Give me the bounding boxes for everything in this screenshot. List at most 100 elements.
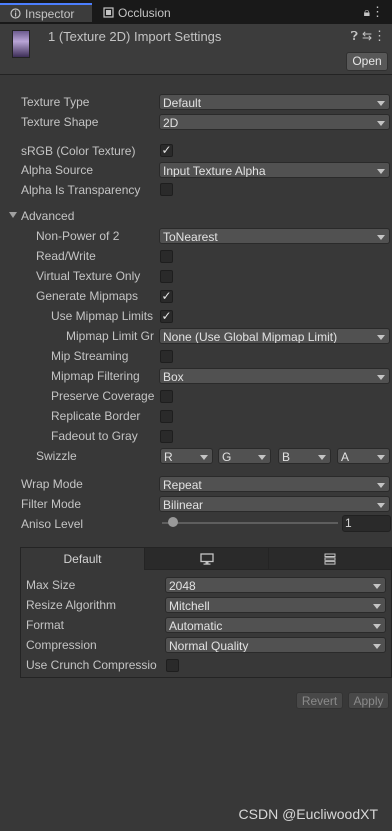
max-size-value: 2048	[169, 579, 196, 593]
chevron-down-icon	[377, 455, 385, 460]
alpha-source-dropdown[interactable]: Input Texture Alpha	[159, 162, 390, 178]
virtual-texture-label: Virtual Texture Only	[36, 269, 141, 283]
virtual-texture-checkbox[interactable]	[160, 270, 173, 283]
wrap-mode-dropdown[interactable]: Repeat	[159, 476, 390, 492]
format-dropdown[interactable]: Automatic	[165, 617, 386, 633]
tab-inspector[interactable]: Inspector	[0, 3, 92, 22]
alpha-source-label: Alpha Source	[21, 163, 94, 177]
srgb-checkbox[interactable]: ✓	[160, 144, 173, 157]
swizzle-b-value: B	[282, 450, 291, 464]
chevron-down-icon	[373, 604, 381, 609]
monitor-icon	[199, 553, 214, 565]
wrap-mode-label: Wrap Mode	[21, 477, 83, 491]
preserve-coverage-checkbox[interactable]	[160, 390, 173, 403]
server-icon	[324, 553, 336, 565]
chevron-down-icon	[373, 644, 381, 649]
swizzle-b-dropdown[interactable]: B	[278, 448, 331, 464]
crunch-checkbox[interactable]	[166, 659, 179, 672]
compression-dropdown[interactable]: Normal Quality	[165, 637, 386, 653]
format-value: Automatic	[169, 619, 223, 633]
mipmap-filtering-dropdown[interactable]: Box	[159, 368, 390, 384]
filter-mode-dropdown[interactable]: Bilinear	[159, 496, 390, 512]
chevron-down-icon	[377, 101, 385, 106]
replicate-border-checkbox[interactable]	[160, 410, 173, 423]
chevron-down-icon	[258, 455, 266, 460]
chevron-down-icon	[377, 375, 385, 380]
texture-shape-value: 2D	[163, 116, 179, 130]
mip-streaming-checkbox[interactable]	[160, 350, 173, 363]
alpha-transparency-checkbox[interactable]	[160, 183, 173, 196]
replicate-border-label: Replicate Border	[51, 409, 141, 423]
swizzle-g-dropdown[interactable]: G	[218, 448, 271, 464]
swizzle-a-value: A	[341, 450, 350, 464]
chevron-down-icon	[377, 335, 385, 340]
max-size-dropdown[interactable]: 2048	[165, 577, 386, 593]
npot-dropdown[interactable]: ToNearest	[159, 228, 390, 244]
mipmap-limit-group-dropdown[interactable]: None (Use Global Mipmap Limit)	[159, 328, 390, 344]
fadeout-gray-label: Fadeout to Gray	[51, 429, 138, 443]
swizzle-a-dropdown[interactable]: A	[337, 448, 390, 464]
platform-tab-default[interactable]: Default	[21, 548, 144, 570]
read-write-checkbox[interactable]	[160, 250, 173, 263]
foldout-arrow-icon[interactable]	[9, 212, 17, 218]
chevron-down-icon	[377, 121, 385, 126]
swizzle-label: Swizzle	[36, 449, 77, 463]
resize-algorithm-value: Mitchell	[169, 599, 210, 613]
wrap-mode-value: Repeat	[163, 478, 202, 492]
texture-shape-label: Texture Shape	[21, 115, 99, 129]
use-mipmap-limits-label: Use Mipmap Limits	[51, 309, 154, 323]
filter-mode-label: Filter Mode	[21, 497, 82, 511]
resize-algorithm-dropdown[interactable]: Mitchell	[165, 597, 386, 613]
inspector-header: 1 (Texture 2D) Import Settings ❓︎ ⇆ ⋮ Op…	[0, 24, 392, 75]
chevron-down-icon	[377, 503, 385, 508]
help-icon[interactable]: ❓︎	[351, 29, 358, 44]
advanced-foldout[interactable]: Advanced	[21, 206, 141, 226]
fadeout-gray-checkbox[interactable]	[160, 430, 173, 443]
preserve-coverage-label: Preserve Coverage	[51, 389, 155, 403]
texture-shape-dropdown[interactable]: 2D	[159, 114, 390, 130]
chevron-down-icon	[377, 169, 385, 174]
chevron-down-icon	[318, 455, 326, 460]
settings-menu-icon[interactable]: ⋮	[373, 28, 386, 44]
swizzle-r-value: R	[164, 450, 173, 464]
srgb-label: sRGB (Color Texture)	[21, 144, 136, 158]
revert-button[interactable]: Revert	[296, 692, 343, 709]
tab-occlusion-label: Occlusion	[118, 6, 171, 20]
compression-value: Normal Quality	[169, 639, 249, 653]
npot-label: Non-Power of 2	[36, 229, 120, 243]
lock-icon[interactable]: 🔒︎	[364, 5, 370, 20]
generate-mipmaps-label: Generate Mipmaps	[36, 289, 139, 303]
texture-type-label: Texture Type	[21, 95, 90, 109]
chevron-down-icon	[373, 584, 381, 589]
swizzle-r-dropdown[interactable]: R	[160, 448, 213, 464]
mipmap-limit-group-value: None (Use Global Mipmap Limit)	[163, 330, 338, 344]
occlusion-icon	[103, 7, 114, 18]
texture-type-dropdown[interactable]: Default	[159, 94, 390, 110]
aniso-level-field[interactable]: 1	[342, 515, 391, 532]
more-options-icon[interactable]: ⋮	[371, 4, 384, 20]
mipmap-limit-group-label: Mipmap Limit Gr	[66, 329, 155, 343]
tab-inspector-label: Inspector	[25, 7, 75, 21]
format-label: Format	[26, 618, 65, 632]
page-title: 1 (Texture 2D) Import Settings	[48, 29, 222, 44]
presets-icon[interactable]: ⇆	[362, 29, 372, 43]
mipmap-filtering-label: Mipmap Filtering	[51, 369, 140, 383]
chevron-down-icon	[373, 624, 381, 629]
open-button[interactable]: Open	[346, 52, 388, 71]
aniso-level-slider-track[interactable]	[162, 522, 338, 524]
filter-mode-value: Bilinear	[163, 498, 204, 512]
texture-thumbnail	[12, 30, 30, 58]
aniso-level-slider-handle[interactable]	[168, 517, 178, 527]
use-mipmap-limits-checkbox[interactable]: ✓	[160, 310, 173, 323]
info-icon	[10, 8, 21, 19]
platform-tab-standalone[interactable]	[144, 548, 268, 570]
tab-occlusion[interactable]: Occlusion	[103, 3, 203, 24]
chevron-down-icon	[377, 483, 385, 488]
generate-mipmaps-checkbox[interactable]: ✓	[160, 290, 173, 303]
alpha-source-value: Input Texture Alpha	[163, 164, 266, 178]
texture-type-value: Default	[163, 96, 202, 110]
chevron-down-icon	[377, 235, 385, 240]
platform-tab-server[interactable]	[268, 548, 391, 570]
watermark-text: CSDN @EucliwoodXT	[238, 806, 378, 822]
apply-button[interactable]: Apply	[348, 692, 389, 709]
